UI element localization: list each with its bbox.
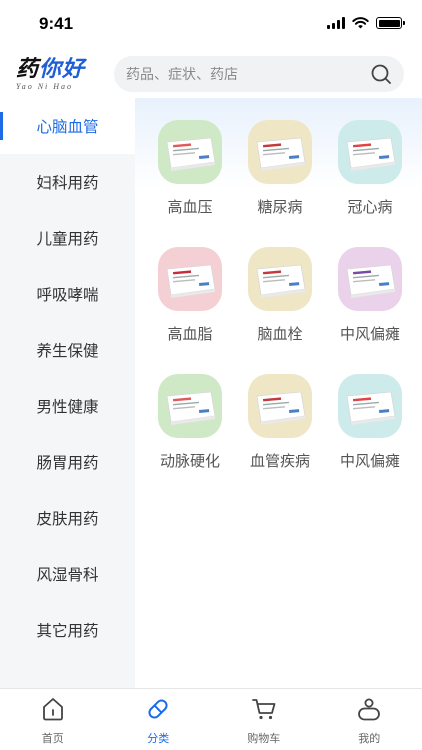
- bottom-tab-bar: 首页 分类 购物车 我的: [0, 688, 422, 750]
- sidebar-item[interactable]: 男性健康: [0, 378, 135, 434]
- subcategory-label: 高血压: [167, 198, 213, 216]
- status-time: 9:41: [39, 14, 74, 33]
- tab-label: 购物车: [247, 732, 281, 745]
- sidebar-item-label: 心脑血管: [36, 118, 99, 136]
- sidebar-item[interactable]: 其它用药: [0, 602, 135, 658]
- status-icons: [327, 17, 405, 29]
- tab-user[interactable]: 我的: [317, 689, 422, 750]
- sidebar-item-label: 肠胃用药: [36, 454, 99, 472]
- subcategory-label: 中风偏瘫: [339, 325, 400, 343]
- tab-pill[interactable]: 分类: [106, 689, 212, 750]
- subcategory-grid: 高血压 糖尿病 冠心病 高血脂 脑血栓 中风偏瘫 动脉硬化 血管疾病 中风偏瘫: [145, 120, 415, 471]
- sidebar-item[interactable]: 呼吸哮喘: [0, 266, 135, 322]
- sidebar-item-label: 呼吸哮喘: [36, 286, 99, 304]
- cart-icon: [250, 695, 278, 727]
- search-bar[interactable]: 药品、症状、药店: [114, 56, 404, 92]
- tab-cart[interactable]: 购物车: [211, 689, 317, 750]
- tab-label: 首页: [41, 732, 64, 745]
- header: 药你好 Yao Ni Hao 药品、症状、药店: [0, 50, 422, 98]
- pill-icon: [144, 695, 172, 727]
- sidebar-item-label: 风湿骨科: [36, 566, 99, 584]
- subcategory-item[interactable]: 高血压: [145, 120, 235, 217]
- tab-label: 分类: [147, 732, 170, 745]
- subcategory-item[interactable]: 中风偏瘫: [325, 374, 415, 471]
- wifi-icon: [352, 17, 369, 29]
- sidebar-item[interactable]: 妇科用药: [0, 154, 135, 210]
- sidebar-item-label: 儿童用药: [36, 230, 99, 248]
- app-logo: 药你好 Yao Ni Hao: [16, 57, 100, 91]
- sidebar-item-label: 其它用药: [36, 622, 99, 640]
- home-icon: [39, 695, 67, 727]
- subcategory-label: 糖尿病: [257, 198, 303, 216]
- medicine-box-icon: [158, 120, 222, 184]
- status-bar: 9:41: [0, 0, 422, 50]
- medicine-box-icon: [248, 120, 312, 184]
- medicine-box-icon: [248, 374, 312, 438]
- subcategory-label: 冠心病: [347, 198, 393, 216]
- sidebar-item-label: 皮肤用药: [36, 510, 99, 528]
- subcategory-item[interactable]: 高血脂: [145, 247, 235, 344]
- category-sidebar: 心脑血管妇科用药儿童用药呼吸哮喘养生保健男性健康肠胃用药皮肤用药风湿骨科其它用药: [0, 98, 135, 688]
- subcategory-item[interactable]: 中风偏瘫: [325, 247, 415, 344]
- subcategory-item[interactable]: 血管疾病: [235, 374, 325, 471]
- sidebar-item[interactable]: 心脑血管: [0, 98, 135, 154]
- subcategory-item[interactable]: 动脉硬化: [145, 374, 235, 471]
- sidebar-item[interactable]: 风湿骨科: [0, 546, 135, 602]
- tab-home[interactable]: 首页: [0, 689, 106, 750]
- medicine-box-icon: [158, 374, 222, 438]
- sidebar-item[interactable]: 肠胃用药: [0, 434, 135, 490]
- subcategory-label: 脑血栓: [257, 325, 303, 343]
- sidebar-item[interactable]: 养生保健: [0, 322, 135, 378]
- medicine-box-icon: [158, 247, 222, 311]
- battery-icon: [376, 17, 405, 29]
- subcategory-panel: 高血压 糖尿病 冠心病 高血脂 脑血栓 中风偏瘫 动脉硬化 血管疾病 中风偏瘫: [135, 98, 422, 688]
- logo-text-b: 你好: [39, 56, 86, 82]
- sidebar-item-label: 男性健康: [36, 398, 99, 416]
- logo-text-a: 药: [16, 56, 40, 82]
- subcategory-label: 中风偏瘫: [339, 452, 400, 470]
- medicine-box-icon: [338, 120, 402, 184]
- logo-subtitle: Yao Ni Hao: [16, 82, 74, 91]
- sidebar-item[interactable]: 儿童用药: [0, 210, 135, 266]
- user-icon: [355, 695, 383, 727]
- subcategory-label: 血管疾病: [249, 452, 310, 470]
- search-input[interactable]: 药品、症状、药店: [126, 64, 370, 84]
- sidebar-item-label: 养生保健: [36, 342, 99, 360]
- subcategory-label: 动脉硬化: [159, 452, 220, 470]
- medicine-box-icon: [338, 247, 402, 311]
- cellular-signal-icon: [327, 17, 345, 29]
- medicine-box-icon: [338, 374, 402, 438]
- sidebar-item[interactable]: 皮肤用药: [0, 490, 135, 546]
- tab-label: 我的: [358, 732, 381, 745]
- medicine-box-icon: [248, 247, 312, 311]
- search-icon[interactable]: [370, 63, 392, 85]
- sidebar-item-label: 妇科用药: [36, 174, 99, 192]
- subcategory-item[interactable]: 冠心病: [325, 120, 415, 217]
- subcategory-item[interactable]: 糖尿病: [235, 120, 325, 217]
- subcategory-item[interactable]: 脑血栓: [235, 247, 325, 344]
- subcategory-label: 高血脂: [167, 325, 213, 343]
